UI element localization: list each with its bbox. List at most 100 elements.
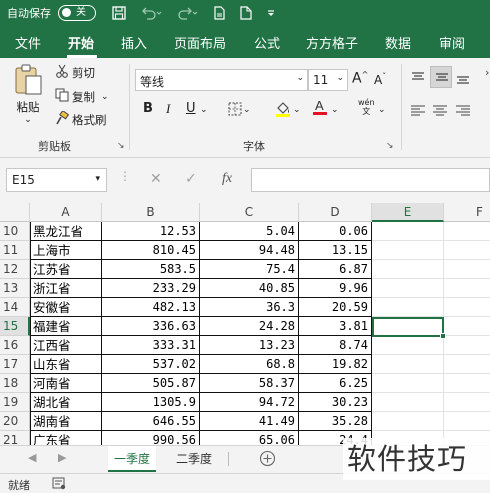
- empty-cell[interactable]: [372, 260, 444, 279]
- empty-cell[interactable]: [444, 298, 490, 317]
- cell-c[interactable]: 40.85: [200, 279, 299, 298]
- empty-cell[interactable]: [444, 317, 490, 336]
- cell-province[interactable]: 安徽省: [30, 298, 102, 317]
- cell-b[interactable]: 505.87: [102, 374, 200, 393]
- cell-d[interactable]: 6.87: [299, 260, 372, 279]
- row-header[interactable]: 13: [0, 279, 30, 298]
- increase-font-icon[interactable]: A^: [352, 70, 368, 87]
- cell-province[interactable]: 上海市: [30, 241, 102, 260]
- redo-icon[interactable]: [176, 6, 198, 20]
- column-header-b[interactable]: B: [102, 203, 200, 222]
- autosave-toggle[interactable]: 关: [58, 4, 96, 21]
- add-sheet-icon[interactable]: [259, 450, 276, 470]
- next-sheet-icon[interactable]: ▶: [58, 451, 66, 464]
- cell-b[interactable]: 537.02: [102, 355, 200, 374]
- align-left-icon[interactable]: [410, 104, 426, 121]
- copy-button[interactable]: 复制 ⌄: [55, 88, 109, 105]
- tab-formulas[interactable]: 公式: [254, 33, 280, 52]
- row-header[interactable]: 10: [0, 222, 30, 241]
- column-header-c[interactable]: C: [200, 203, 299, 222]
- cell-d[interactable]: 13.15: [299, 241, 372, 260]
- name-box-dropdown-icon[interactable]: ▾: [95, 174, 100, 184]
- cell-province[interactable]: 山东省: [30, 355, 102, 374]
- cell-b[interactable]: 1305.9: [102, 393, 200, 412]
- cell-d[interactable]: 3.81: [299, 317, 372, 336]
- tab-data[interactable]: 数据: [385, 33, 411, 52]
- empty-cell[interactable]: [444, 260, 490, 279]
- cell-c[interactable]: 36.3: [200, 298, 299, 317]
- cell-c[interactable]: 68.8: [200, 355, 299, 374]
- cell-province[interactable]: 浙江省: [30, 279, 102, 298]
- empty-cell[interactable]: [444, 279, 490, 298]
- fill-color-dropdown-icon[interactable]: ⌄: [293, 105, 301, 115]
- empty-cell[interactable]: [444, 336, 490, 355]
- row-header[interactable]: 16: [0, 336, 30, 355]
- row-header[interactable]: 14: [0, 298, 30, 317]
- new-file-icon[interactable]: [240, 5, 252, 20]
- row-header[interactable]: 20: [0, 412, 30, 431]
- cell-c[interactable]: 24.28: [200, 317, 299, 336]
- cell-c[interactable]: 58.37: [200, 374, 299, 393]
- selected-cell-outline[interactable]: [372, 317, 444, 337]
- enter-icon[interactable]: ✓: [185, 171, 197, 187]
- cell-c[interactable]: 41.49: [200, 412, 299, 431]
- cell-d[interactable]: 30.23: [299, 393, 372, 412]
- row-header[interactable]: 19: [0, 393, 30, 412]
- cell-c[interactable]: 75.4: [200, 260, 299, 279]
- cell-province[interactable]: 湖南省: [30, 412, 102, 431]
- empty-cell[interactable]: [372, 374, 444, 393]
- cell-c[interactable]: 65.06: [200, 431, 299, 445]
- insert-function-icon[interactable]: fx: [222, 171, 232, 187]
- tab-review[interactable]: 审阅: [439, 33, 465, 52]
- format-painter-button[interactable]: 格式刷: [55, 109, 107, 128]
- empty-cell[interactable]: [372, 393, 444, 412]
- font-size-box[interactable]: 11 ⌄: [308, 69, 348, 91]
- empty-cell[interactable]: [372, 222, 444, 241]
- cell-b[interactable]: 810.45: [102, 241, 200, 260]
- cell-c[interactable]: 5.04: [200, 222, 299, 241]
- empty-cell[interactable]: [372, 241, 444, 260]
- copy-dropdown-icon[interactable]: ⌄: [101, 92, 109, 102]
- cell-d[interactable]: 19.82: [299, 355, 372, 374]
- font-color-dropdown-icon[interactable]: ⌄: [331, 105, 339, 115]
- row-header[interactable]: 21: [0, 431, 30, 445]
- empty-cell[interactable]: [444, 412, 490, 431]
- row-header[interactable]: 15: [0, 317, 30, 336]
- prev-sheet-icon[interactable]: ◀: [28, 451, 36, 464]
- formula-input[interactable]: [251, 168, 490, 192]
- column-header-a[interactable]: A: [30, 203, 102, 222]
- cell-b[interactable]: 990.56: [102, 431, 200, 445]
- border-dropdown-icon[interactable]: ⌄: [243, 105, 251, 115]
- empty-cell[interactable]: [444, 241, 490, 260]
- select-all-corner[interactable]: [0, 203, 30, 222]
- cell-b[interactable]: 12.53: [102, 222, 200, 241]
- underline-button[interactable]: U: [186, 101, 196, 116]
- cell-province[interactable]: 黑龙江省: [30, 222, 102, 241]
- tab-home[interactable]: 开始: [68, 33, 94, 52]
- row-header[interactable]: 17: [0, 355, 30, 374]
- cell-d[interactable]: 9.96: [299, 279, 372, 298]
- file-export-icon[interactable]: [212, 5, 226, 20]
- fill-color-icon[interactable]: [275, 100, 291, 122]
- font-name-dropdown-icon[interactable]: ⌄: [296, 73, 304, 83]
- paste-button[interactable]: 粘贴 ⌄: [13, 64, 43, 125]
- cancel-icon[interactable]: ✕: [150, 171, 162, 187]
- phonetic-guide-icon[interactable]: wén 文: [358, 98, 375, 116]
- cell-province[interactable]: 广东省: [30, 431, 102, 445]
- cell-b[interactable]: 646.55: [102, 412, 200, 431]
- cell-province[interactable]: 福建省: [30, 317, 102, 336]
- empty-cell[interactable]: [372, 412, 444, 431]
- tab-fangfang-gezi[interactable]: 方方格子: [306, 33, 358, 52]
- empty-cell[interactable]: [372, 279, 444, 298]
- cell-b[interactable]: 482.13: [102, 298, 200, 317]
- cell-d[interactable]: 0.06: [299, 222, 372, 241]
- sheet-tab-q2[interactable]: 二季度: [170, 446, 218, 472]
- align-right-icon[interactable]: [455, 104, 471, 121]
- undo-icon[interactable]: [140, 6, 162, 20]
- decrease-font-icon[interactable]: Aˇ: [374, 72, 386, 87]
- cell-b[interactable]: 233.29: [102, 279, 200, 298]
- bold-button[interactable]: B: [143, 101, 153, 116]
- cell-province[interactable]: 河南省: [30, 374, 102, 393]
- cell-province[interactable]: 江西省: [30, 336, 102, 355]
- tab-page-layout[interactable]: 页面布局: [174, 33, 226, 52]
